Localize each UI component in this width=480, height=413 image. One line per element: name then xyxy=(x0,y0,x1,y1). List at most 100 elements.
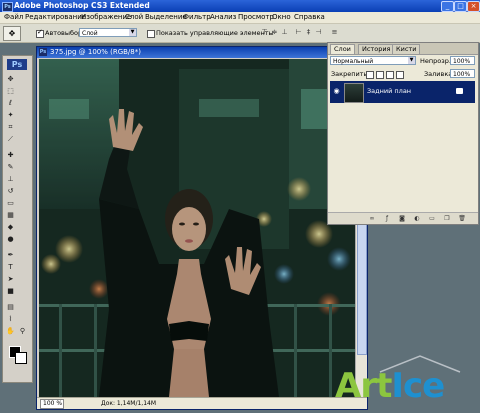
toolbox-logo: Ps xyxy=(7,59,27,70)
layers-footer: ∞ ƒ ◙ ◐ ▭ ❐ 🗑 xyxy=(328,212,478,224)
move-tool-icon[interactable]: ✥ xyxy=(5,74,16,84)
marquee-tool-icon[interactable]: ⬚ xyxy=(5,86,16,96)
clone-stamp-icon[interactable]: ⊥ xyxy=(5,174,16,184)
tab-brushes[interactable]: Кисти xyxy=(392,44,421,54)
trash-icon[interactable]: 🗑 xyxy=(458,215,466,222)
document-status-bar: 100 % Док: 1,14M/1,14M xyxy=(37,397,367,409)
lock-icon xyxy=(456,88,463,94)
lock-all-icon[interactable] xyxy=(396,71,404,79)
crop-tool-icon[interactable]: ⌗ xyxy=(5,122,16,132)
document-title-bar[interactable]: Ps 375.jpg @ 100% (RGB/8*) xyxy=(37,47,367,58)
eye-visibility-icon[interactable]: ◉ xyxy=(332,87,341,96)
panel-tab-bar: Слои История Кисти xyxy=(328,43,478,55)
lock-label: Закрепить: xyxy=(331,70,370,78)
distribute-icon[interactable]: ≡ xyxy=(330,28,339,37)
layers-panel: Слои История Кисти Нормальный ▼ Непрозр.… xyxy=(327,42,479,225)
menu-file[interactable]: Файл xyxy=(4,13,23,22)
dodge-tool-icon[interactable]: ● xyxy=(5,234,16,244)
layer-thumbnail xyxy=(344,83,364,103)
lock-pixels-icon[interactable] xyxy=(376,71,384,79)
move-tool-icon[interactable]: ✥ xyxy=(3,26,21,41)
menu-window[interactable]: Окно xyxy=(272,13,291,22)
menu-filter[interactable]: Фильтр xyxy=(183,13,211,22)
align-right-icon[interactable]: ⊣ xyxy=(314,28,323,37)
window-title: Adobe Photoshop CS3 Extended xyxy=(14,1,150,10)
lock-transparency-icon[interactable] xyxy=(366,71,374,79)
document-size-info[interactable]: Док: 1,14M/1,14M xyxy=(101,399,156,408)
align-center-icon[interactable]: ‡ xyxy=(304,28,313,37)
align-middle-icon[interactable]: ≑ xyxy=(270,28,279,37)
zoom-field[interactable]: 100 % xyxy=(40,399,64,409)
hand-tool-icon[interactable]: ✋ xyxy=(5,326,16,336)
menu-analysis[interactable]: Анализ xyxy=(210,13,236,22)
slice-tool-icon[interactable]: ⟋ xyxy=(5,134,16,144)
background-color-swatch[interactable] xyxy=(15,352,27,364)
shape-tool-icon[interactable]: ■ xyxy=(5,286,16,296)
watermark-part1: Art xyxy=(335,366,392,406)
menu-help[interactable]: Справка xyxy=(294,13,325,22)
menu-image[interactable]: Изображение xyxy=(81,13,131,22)
watermark-text: ArtIce xyxy=(335,366,445,406)
document-window: Ps 375.jpg @ 100% (RGB/8*) 100 % Док: 1,… xyxy=(36,46,368,410)
photo-image xyxy=(39,59,355,397)
fill-field[interactable]: 100% xyxy=(450,69,475,78)
auto-select-checkbox[interactable] xyxy=(36,28,44,38)
lasso-tool-icon[interactable]: ℓ xyxy=(5,98,16,108)
image-canvas[interactable] xyxy=(39,59,355,397)
layer-mask-icon[interactable]: ◙ xyxy=(398,215,406,222)
notes-tool-icon[interactable]: ▤ xyxy=(5,302,16,312)
path-selection-icon[interactable]: ➤ xyxy=(5,274,16,284)
pen-tool-icon[interactable]: ✒ xyxy=(5,250,16,260)
history-brush-icon[interactable]: ↺ xyxy=(5,186,16,196)
new-layer-icon[interactable]: ❐ xyxy=(443,215,451,222)
menu-layer[interactable]: Слой xyxy=(125,13,143,22)
magic-wand-icon[interactable]: ✦ xyxy=(5,110,16,120)
gradient-tool-icon[interactable]: ▦ xyxy=(5,210,16,220)
tab-history[interactable]: История xyxy=(358,44,395,54)
toolbox: Ps ✥ ⬚ ℓ ✦ ⌗ ⟋ ✚ ✎ ⊥ ↺ ▭ ▦ ◆ ● ✒ T ➤ ■ ▤… xyxy=(2,55,33,383)
menu-bar: Файл Редактирование Изображение Слой Выд… xyxy=(0,12,480,24)
maximize-button[interactable]: □ xyxy=(454,1,467,12)
auto-select-value: Слой xyxy=(82,30,98,37)
show-controls-checkbox[interactable] xyxy=(147,30,155,38)
align-bottom-icon[interactable]: ⊥ xyxy=(280,28,289,37)
chevron-down-icon: ▼ xyxy=(129,29,136,36)
show-controls-label: Показать управляющие элементы xyxy=(156,29,274,37)
watermark-part2: Ice xyxy=(391,366,445,406)
title-bar: Ps Adobe Photoshop CS3 Extended _ □ × xyxy=(0,0,480,12)
opacity-field[interactable]: 100% xyxy=(450,56,475,65)
type-tool-icon[interactable]: T xyxy=(5,262,16,272)
menu-edit[interactable]: Редактирование xyxy=(25,13,86,22)
healing-brush-icon[interactable]: ✚ xyxy=(5,150,16,160)
align-left-icon[interactable]: ⊢ xyxy=(294,28,303,37)
fill-value: 100% xyxy=(453,71,471,78)
auto-select-dropdown[interactable]: Слой ▼ xyxy=(79,28,137,37)
blur-tool-icon[interactable]: ◆ xyxy=(5,222,16,232)
opacity-value: 100% xyxy=(453,58,471,65)
eyedropper-icon[interactable]: ⌇ xyxy=(5,314,16,324)
minimize-button[interactable]: _ xyxy=(441,1,454,12)
menu-view[interactable]: Просмотр xyxy=(238,13,274,22)
zoom-tool-icon[interactable]: ⚲ xyxy=(17,326,28,336)
document-icon: Ps xyxy=(39,48,47,56)
close-button[interactable]: × xyxy=(467,1,480,12)
align-top-icon[interactable]: ⊤ xyxy=(260,28,269,37)
document-title: 375.jpg @ 100% (RGB/8*) xyxy=(50,48,141,56)
lock-position-icon[interactable] xyxy=(386,71,394,79)
new-group-icon[interactable]: ▭ xyxy=(428,215,436,222)
menu-select[interactable]: Выделение xyxy=(145,13,187,22)
adjustment-layer-icon[interactable]: ◐ xyxy=(413,215,421,222)
chevron-down-icon: ▼ xyxy=(408,57,415,64)
layer-row[interactable]: ◉ Задний план xyxy=(330,81,475,103)
layer-name: Задний план xyxy=(367,87,412,95)
options-bar: ✥ Автовыбор: Слой ▼ Показать управляющие… xyxy=(0,24,480,43)
blend-mode-select[interactable]: Нормальный ▼ xyxy=(330,56,416,65)
layer-style-icon[interactable]: ƒ xyxy=(383,215,391,222)
brush-tool-icon[interactable]: ✎ xyxy=(5,162,16,172)
eraser-tool-icon[interactable]: ▭ xyxy=(5,198,16,208)
link-layers-icon[interactable]: ∞ xyxy=(368,215,376,222)
tab-layers[interactable]: Слои xyxy=(330,44,355,54)
watermark-logo: ArtIce xyxy=(335,354,475,404)
blend-mode-value: Нормальный xyxy=(333,58,374,65)
photoshop-app-icon: Ps xyxy=(2,2,13,12)
